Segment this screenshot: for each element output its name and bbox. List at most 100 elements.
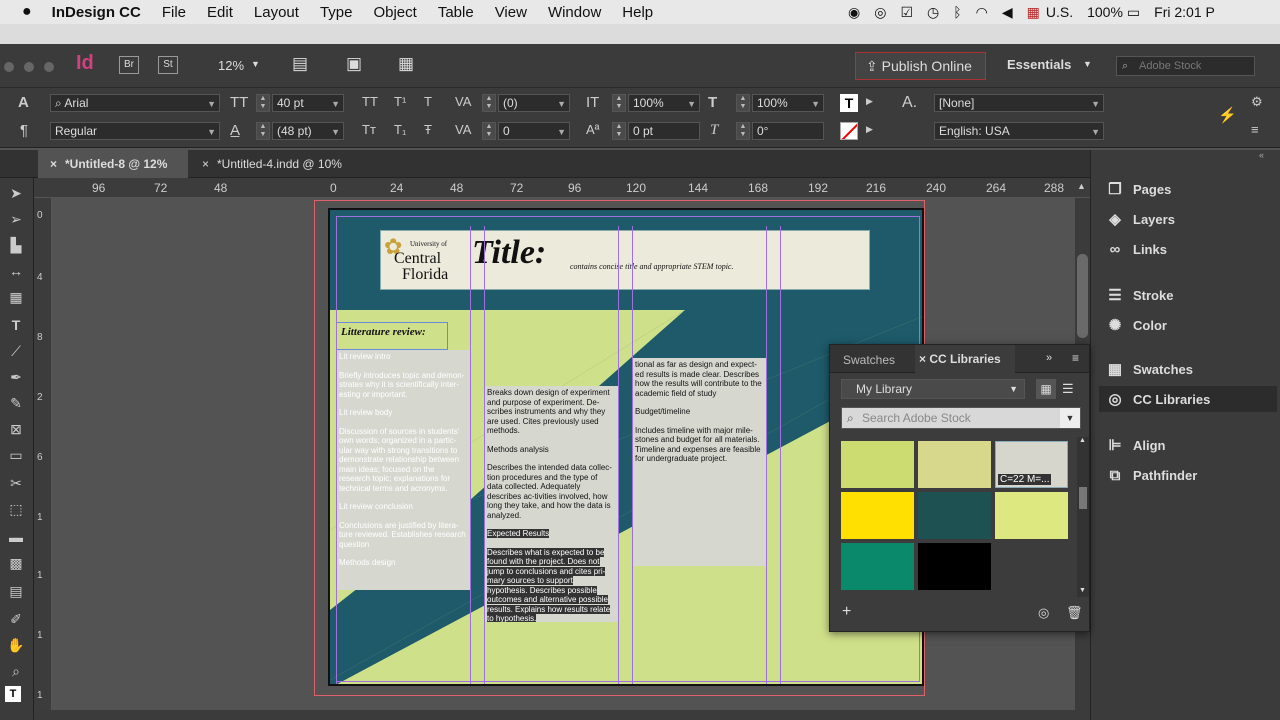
hand-tool-icon[interactable]: ✋ — [5, 634, 27, 656]
publish-online-button[interactable]: ⇪ Publish Online — [855, 52, 986, 80]
menu-type[interactable]: Type — [320, 4, 353, 21]
baseline-shift-stepper[interactable]: ▲ ▼ — [612, 122, 626, 140]
trash-icon[interactable]: 🗑 — [1066, 605, 1083, 621]
panel-menu-icon[interactable]: ≡ — [1251, 122, 1259, 137]
font-style-field[interactable]: Regular ▼ — [50, 122, 220, 140]
bluetooth-icon[interactable]: ᛒ — [953, 4, 961, 20]
creative-cloud-icon[interactable]: ◎ — [874, 4, 886, 21]
scroll-up-icon[interactable]: ▲ — [1079, 437, 1086, 444]
lightning-icon[interactable]: ⚡ — [1218, 106, 1237, 124]
gap-tool-icon[interactable]: ↔ — [5, 260, 27, 282]
column-3-text[interactable]: tional as far as design and expect-ed re… — [632, 358, 766, 566]
tab-untitled-8[interactable]: × *Untitled-8 @ 12% — [38, 150, 188, 178]
menu-file[interactable]: File — [162, 4, 186, 21]
clock[interactable]: Fri 2:01 P — [1154, 4, 1215, 20]
character-style-field[interactable]: [None] ▼ — [934, 94, 1104, 112]
stock-button[interactable]: St — [158, 56, 178, 74]
vertical-scale-field[interactable]: 100% ▼ — [628, 94, 700, 112]
character-formatting-icon[interactable]: A — [18, 94, 29, 111]
menu-view[interactable]: View — [495, 4, 527, 21]
list-view-icon[interactable]: ☰ — [1062, 381, 1074, 397]
pen-tool-icon[interactable]: ✒ — [5, 366, 27, 388]
chevron-down-icon[interactable]: ▼ — [1060, 408, 1080, 428]
tab-swatches[interactable]: Swatches — [843, 353, 895, 367]
text-stroke-icon[interactable] — [840, 122, 858, 140]
small-caps-icon[interactable]: Tт — [362, 122, 376, 137]
kerning-field[interactable]: (0) ▼ — [498, 94, 570, 112]
workspace-switcher[interactable]: Essentials — [1007, 57, 1071, 72]
gear-icon[interactable]: ⚙ — [1251, 94, 1263, 110]
scroll-up-icon[interactable]: ▲ — [1077, 181, 1086, 191]
close-icon[interactable]: × — [202, 157, 209, 171]
chevron-right-icon[interactable]: ▶ — [866, 96, 873, 107]
adobe-stock-search[interactable]: ⌕ Search Adobe Stock ▼ — [841, 407, 1081, 429]
tab-cc-libraries[interactable]: × CC Libraries — [915, 345, 1015, 373]
menu-window[interactable]: Window — [548, 4, 601, 21]
rectangle-tool-icon[interactable]: ▭ — [5, 444, 27, 466]
menu-edit[interactable]: Edit — [207, 4, 233, 21]
swatch[interactable] — [841, 492, 914, 539]
zoom-chevron-down-icon[interactable]: ▼ — [251, 59, 260, 69]
screen-mode-icon[interactable]: ▣ — [346, 54, 362, 74]
battery-icon[interactable]: ▭ — [1127, 4, 1140, 21]
swatch[interactable] — [918, 543, 991, 590]
subscript-icon[interactable]: T₁ — [394, 122, 406, 137]
font-size-field[interactable]: 40 pt ▼ — [272, 94, 344, 112]
pencil-tool-icon[interactable]: ✎ — [5, 392, 27, 414]
vertical-ruler[interactable]: 0 4 8 2 6 1 1 1 1 — [34, 198, 52, 710]
column-1-text[interactable]: Lit review intro Briefly introduces topi… — [336, 350, 470, 590]
panel-layers[interactable]: ◈ Layers — [1099, 206, 1277, 232]
skew-field[interactable]: 0° — [752, 122, 824, 140]
panel-cc-libraries[interactable]: ◎ CC Libraries — [1099, 386, 1277, 412]
fill-stroke-icon[interactable]: T — [5, 686, 21, 702]
scissors-tool-icon[interactable]: ✂ — [5, 472, 27, 494]
eyedropper-tool-icon[interactable]: ✐ — [5, 608, 27, 630]
window-min-button[interactable] — [24, 62, 34, 72]
stock-search-field[interactable]: ⌕ Adobe Stock — [1116, 56, 1255, 76]
battery-label[interactable]: 100% — [1087, 4, 1123, 20]
locale-label[interactable]: U.S. — [1046, 4, 1073, 20]
swatch[interactable] — [995, 492, 1068, 539]
tracking-stepper[interactable]: ▲ ▼ — [482, 122, 496, 140]
expand-icon[interactable]: » — [1046, 352, 1052, 364]
gradient-tool-icon[interactable]: ▬ — [5, 526, 27, 548]
menu-object[interactable]: Object — [373, 4, 416, 21]
literature-heading-frame[interactable]: Litterature review: — [336, 322, 448, 350]
gradient-feather-tool-icon[interactable]: ▩ — [5, 552, 27, 574]
check-icon[interactable]: ☑ — [900, 4, 913, 21]
arrange-documents-icon[interactable]: ▦ — [398, 54, 414, 74]
vertical-scale-stepper[interactable]: ▲ ▼ — [612, 94, 626, 112]
type-tool-icon[interactable]: T — [5, 314, 27, 336]
workspace-chevron-down-icon[interactable]: ▼ — [1083, 59, 1092, 69]
panel-menu-icon[interactable]: ≡ — [1072, 351, 1079, 365]
skew-stepper[interactable]: ▲ ▼ — [736, 122, 750, 140]
horizontal-scrollbar[interactable] — [34, 710, 1090, 720]
underline-icon[interactable]: T — [424, 94, 432, 109]
menu-help[interactable]: Help — [622, 4, 653, 21]
language-field[interactable]: English: USA ▼ — [934, 122, 1104, 140]
swatch[interactable]: C=22 M=... — [995, 441, 1068, 488]
scroll-down-icon[interactable]: ▼ — [1079, 587, 1086, 594]
record-icon[interactable]: ◉ — [848, 4, 860, 21]
close-icon[interactable]: × — [50, 157, 57, 171]
kerning-stepper[interactable]: ▲ ▼ — [482, 94, 496, 112]
font-family-field[interactable]: ⌕ Arial ▼ — [50, 94, 220, 112]
flag-icon[interactable]: ▦ — [1027, 4, 1040, 21]
swatch[interactable] — [841, 441, 914, 488]
content-collector-icon[interactable]: ▦ — [5, 286, 27, 308]
baseline-shift-field[interactable]: 0 pt — [628, 122, 700, 140]
window-max-button[interactable] — [44, 62, 54, 72]
menu-layout[interactable]: Layout — [254, 4, 299, 21]
zoom-tool-icon[interactable]: ⌕ — [5, 660, 27, 682]
panel-pages[interactable]: ❐ Pages — [1099, 176, 1277, 202]
direct-selection-tool-icon[interactable]: ➢ — [5, 208, 27, 230]
poster-subtitle[interactable]: contains concise title and appropriate S… — [570, 262, 733, 271]
swatch[interactable] — [841, 543, 914, 590]
close-icon[interactable]: × — [919, 352, 929, 366]
leading-stepper[interactable]: ▲ ▼ — [256, 122, 270, 140]
horizontal-scale-stepper[interactable]: ▲ ▼ — [736, 94, 750, 112]
add-icon[interactable]: + — [842, 603, 851, 621]
swatch[interactable] — [918, 441, 991, 488]
panel-links[interactable]: ∞ Links — [1099, 236, 1277, 262]
chevron-right-icon[interactable]: ▶ — [866, 124, 873, 135]
